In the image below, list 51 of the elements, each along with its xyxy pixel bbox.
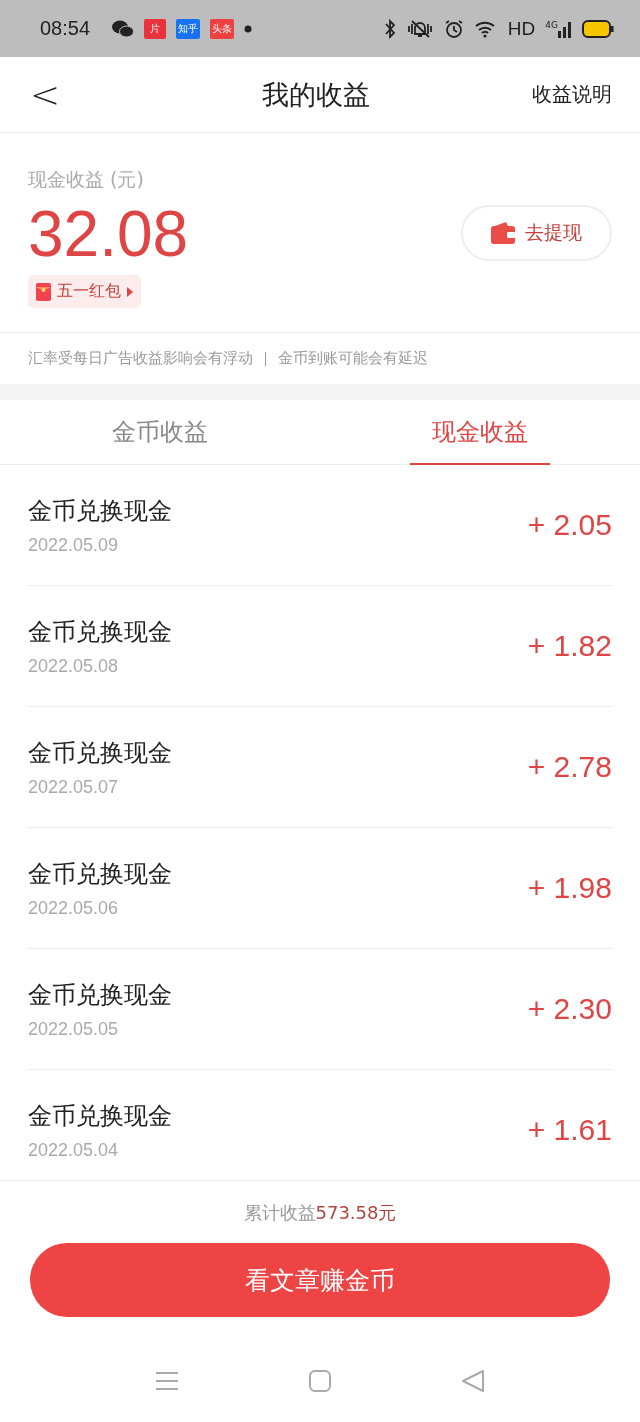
tab[interactable]: 现金收益: [320, 400, 640, 465]
record-title: 金币兑换现金: [28, 1100, 172, 1132]
app-badge: 知乎: [176, 18, 201, 39]
battery-icon: [582, 19, 614, 38]
bluetooth-icon: [383, 18, 396, 39]
record-title: 金币兑换现金: [28, 495, 172, 527]
caret-icon: [127, 286, 133, 297]
record-amount: + 2.78: [527, 750, 612, 785]
record-date: 2022.05.08: [28, 655, 120, 677]
withdraw-button[interactable]: 去提现: [461, 204, 612, 261]
back-icon[interactable]: [461, 1369, 485, 1393]
notice-text: 金币到账可能会有延迟: [278, 349, 428, 369]
record-amount: + 2.30: [527, 992, 612, 1027]
dot-icon: [244, 24, 253, 33]
menu-icon[interactable]: [155, 1371, 179, 1391]
record-date: 2022.05.04: [28, 1139, 120, 1161]
total-amount: 573.58元: [315, 1202, 397, 1223]
record-title: 金币兑换现金: [28, 979, 172, 1011]
record-title: 金币兑换现金: [28, 858, 172, 890]
promo-tag[interactable]: 五一红包: [28, 275, 141, 309]
page-title: 我的收益: [262, 77, 371, 112]
chat-icon: [112, 19, 135, 38]
record-amount: + 2.05: [527, 508, 612, 543]
earnings-info-link[interactable]: 收益说明: [532, 81, 612, 108]
record-date: 2022.05.09: [28, 534, 120, 556]
record-date: 2022.05.07: [28, 776, 120, 798]
app-badge: 头条: [210, 18, 235, 39]
mute-bell-icon: [405, 18, 434, 39]
network-label: HD: [507, 17, 536, 40]
status-time: 08:54: [40, 17, 91, 40]
record-amount: + 1.82: [527, 629, 612, 664]
record-date: 2022.05.06: [28, 897, 120, 919]
home-icon[interactable]: [309, 1370, 331, 1392]
tab[interactable]: 金币收益: [0, 400, 320, 465]
total-label: 累计收益: [243, 1202, 316, 1223]
wallet-icon: [491, 221, 515, 244]
earn-coins-button[interactable]: 看文章赚金币: [30, 1243, 610, 1317]
record-amount: + 1.98: [527, 871, 612, 906]
network-type-label: 4G: [545, 19, 558, 30]
alarm-icon: [443, 18, 464, 39]
notice-text: 汇率受每日广告收益影响会有浮动: [28, 349, 253, 369]
record-date: 2022.05.05: [28, 1018, 120, 1040]
signal-icon: [558, 19, 572, 38]
record-amount: + 1.61: [527, 1113, 612, 1148]
app-badge: 片: [144, 18, 167, 39]
envelope-icon: [36, 282, 51, 301]
record-title: 金币兑换现金: [28, 737, 172, 769]
balance-label: 现金收益 (元): [28, 167, 144, 192]
balance-amount: 32.08: [28, 199, 189, 270]
back-button[interactable]: <: [30, 74, 61, 115]
record-title: 金币兑换现金: [28, 616, 172, 648]
